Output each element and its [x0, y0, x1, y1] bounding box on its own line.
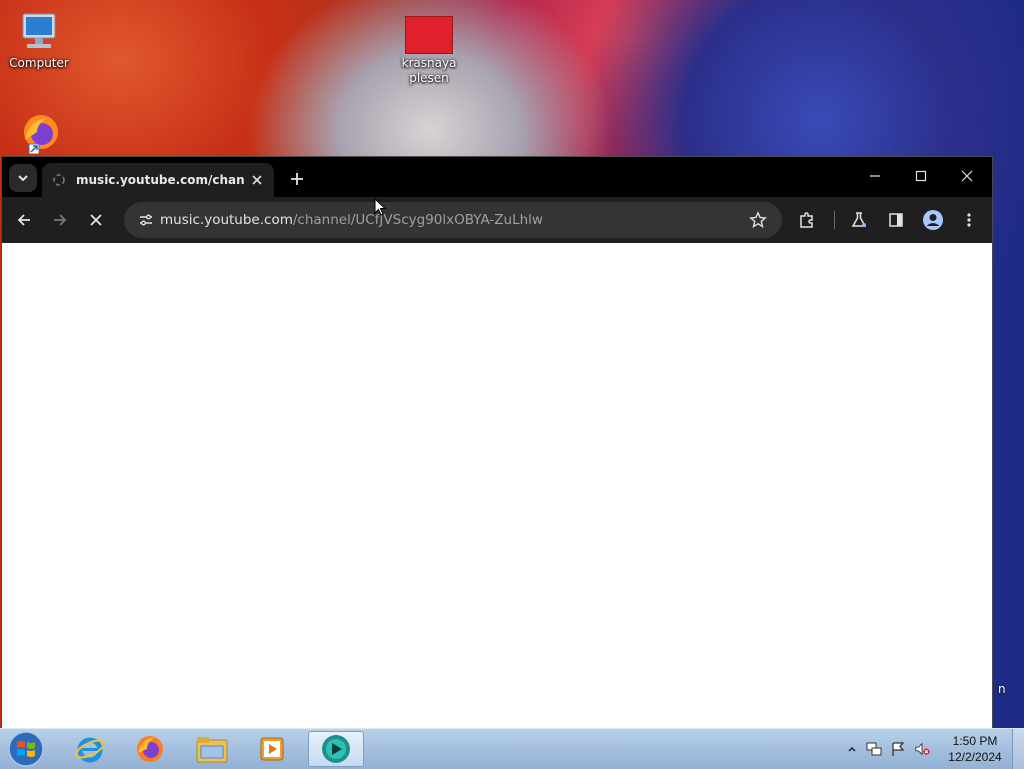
stop-loading-button[interactable] [82, 206, 110, 234]
tune-icon [140, 214, 152, 226]
desktop-icon-label: Computer [9, 56, 69, 70]
desktop-icon-computer[interactable]: Computer [2, 10, 76, 71]
labs-button[interactable] [845, 206, 873, 234]
close-icon [252, 175, 262, 185]
tab-active[interactable]: music.youtube.com/channel/U [42, 163, 274, 197]
maximize-button[interactable] [898, 157, 944, 195]
show-desktop-button[interactable] [1012, 729, 1024, 769]
folder-red-icon [405, 16, 453, 54]
chevron-up-icon [848, 746, 856, 752]
forward-button[interactable] [46, 206, 74, 234]
new-tab-button[interactable] [284, 166, 310, 192]
arrow-left-icon [17, 214, 30, 226]
computer-icon [17, 10, 61, 54]
back-button[interactable] [10, 206, 38, 234]
arrow-right-icon [54, 214, 67, 226]
url-text[interactable]: music.youtube.com/channel/UCfJVScyg90lxO… [160, 202, 543, 238]
address-bar[interactable]: music.youtube.com/channel/UCfJVScyg90lxO… [124, 202, 782, 238]
taskbar-file-explorer[interactable] [184, 731, 240, 767]
tab-strip: music.youtube.com/channel/U [2, 157, 992, 197]
kebab-menu-icon [967, 213, 971, 227]
tab-title: music.youtube.com/channel/U [76, 173, 244, 187]
flag-icon [892, 742, 905, 756]
desktop-icon-firefox[interactable] [2, 110, 76, 156]
chrome-app-icon [322, 735, 350, 763]
side-panel-button[interactable] [882, 206, 910, 234]
url-host: music.youtube.com [160, 212, 293, 228]
desktop-edge-text: n [998, 682, 1006, 696]
avatar-icon [923, 210, 943, 230]
close-window-button[interactable] [944, 157, 990, 195]
firefox-icon [137, 736, 163, 762]
taskbar-media-player[interactable] [244, 731, 300, 767]
taskbar-firefox[interactable] [122, 731, 178, 767]
tab-close-button[interactable] [248, 171, 266, 189]
puzzle-icon [800, 212, 813, 228]
windows-start-icon [8, 731, 44, 767]
tray-action-center[interactable] [890, 741, 906, 757]
media-player-icon [260, 737, 284, 761]
volume-muted-icon [915, 742, 930, 756]
url-path: /channel/UCfJVScyg90lxOBYA-ZuLhlw [292, 212, 543, 228]
clock-date: 12/2/2024 [948, 750, 1002, 764]
file-explorer-icon [196, 737, 228, 763]
desktop-icon-label-line2: plesen [409, 71, 449, 85]
navigation-toolbar: music.youtube.com/channel/UCfJVScyg90lxO… [2, 197, 992, 243]
clock-time: 1:50 PM [952, 734, 998, 748]
taskbar: 1:50 PM 12/2/2024 [0, 728, 1024, 769]
network-icon [866, 742, 882, 756]
page-content[interactable] [2, 243, 992, 728]
chevron-down-icon [17, 169, 29, 188]
side-panel-icon [889, 213, 903, 227]
plus-icon [291, 173, 303, 185]
tray-overflow-button[interactable] [844, 741, 860, 757]
desktop-icon-krasnaya-plesen[interactable]: krasnaya plesen [392, 16, 466, 86]
profile-button[interactable] [919, 206, 947, 234]
desktop-icon-label-line1: krasnaya [401, 56, 457, 70]
taskbar-chrome[interactable] [308, 731, 364, 767]
internet-explorer-icon [75, 737, 105, 763]
extensions-button[interactable] [793, 206, 821, 234]
close-icon [961, 170, 973, 182]
toolbar-separator [834, 211, 835, 229]
mouse-cursor-icon [374, 198, 386, 216]
site-info-button[interactable] [132, 206, 160, 234]
minimize-icon [870, 175, 880, 177]
maximize-icon [915, 170, 927, 182]
loading-favicon-icon [52, 173, 66, 187]
start-button[interactable] [6, 731, 46, 767]
system-clock[interactable]: 1:50 PM 12/2/2024 [944, 733, 1006, 765]
taskbar-internet-explorer[interactable] [62, 731, 118, 767]
tray-volume[interactable] [914, 741, 930, 757]
browser-window: music.youtube.com/channel/U [2, 157, 992, 728]
x-icon [90, 214, 102, 226]
flask-icon [851, 212, 867, 227]
menu-button[interactable] [955, 206, 983, 234]
bookmark-button[interactable] [744, 206, 772, 234]
tray-network[interactable] [866, 741, 882, 757]
star-icon [749, 211, 767, 228]
minimize-button[interactable] [852, 157, 898, 195]
tab-search-button[interactable] [9, 164, 37, 192]
firefox-shortcut-icon [17, 110, 61, 155]
